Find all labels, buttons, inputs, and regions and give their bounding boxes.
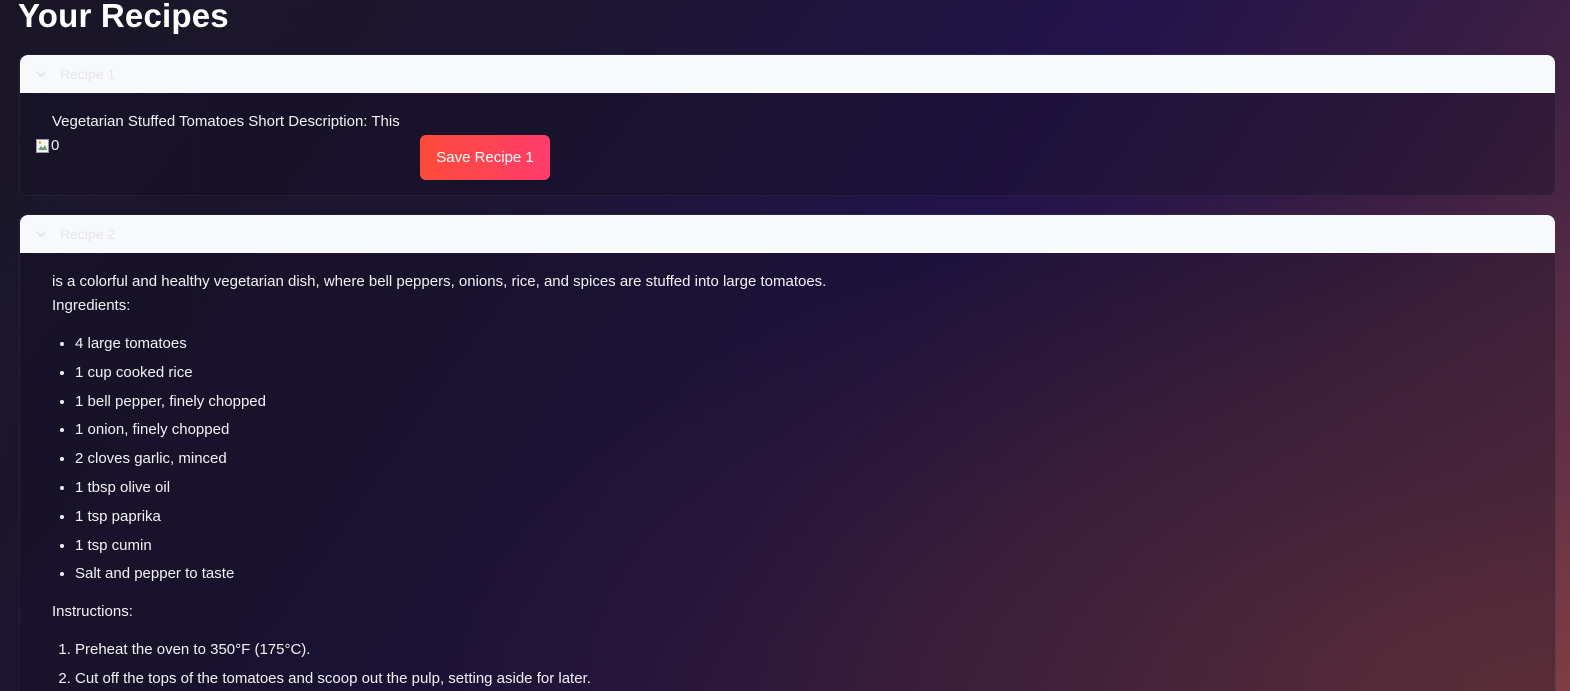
broken-image-icon — [36, 138, 49, 153]
list-item: 1 onion, finely chopped — [75, 416, 1523, 445]
list-item: 1 bell pepper, finely chopped — [75, 388, 1523, 417]
recipe-2-body: is a colorful and healthy vegetarian dis… — [36, 270, 1539, 691]
instructions-heading: Instructions: — [52, 603, 133, 621]
save-recipe-1-button[interactable]: Save Recipe 1 — [420, 135, 550, 180]
ingredients-heading: Ingredients: — [52, 297, 131, 314]
instructions-list: Preheat the oven to 350°F (175°C). Cut o… — [52, 636, 1523, 691]
chevron-down-icon — [36, 231, 46, 237]
recipe-1-expander-header[interactable]: Recipe 1 — [20, 55, 1555, 93]
recipe-2-expander: Recipe 2 is a colorful and healthy veget… — [19, 214, 1556, 691]
recipe-1-summary: Vegetarian Stuffed Tomatoes Short Descri… — [52, 113, 400, 130]
recipe-2-description: is a colorful and healthy vegetarian dis… — [52, 273, 827, 290]
list-item: 2 cloves garlic, minced — [75, 445, 1523, 474]
recipe-2-label: Recipe 2 — [60, 226, 116, 242]
recipe-1-image: 0 — [36, 137, 59, 154]
list-item: 4 large tomatoes — [75, 330, 1523, 359]
list-item: 1 tbsp olive oil — [75, 474, 1523, 503]
recipe-1-expander: Recipe 1 Vegetarian Stuffed Tomatoes Sho… — [19, 54, 1556, 196]
list-item: Cut off the tops of the tomatoes and sco… — [75, 665, 1523, 691]
list-item: Salt and pepper to taste — [75, 560, 1523, 589]
list-item: 1 tsp paprika — [75, 503, 1523, 532]
list-item: Preheat the oven to 350°F (175°C). — [75, 636, 1523, 665]
ingredients-list: 4 large tomatoes 1 cup cooked rice 1 bel… — [52, 330, 1523, 589]
recipe-1-label: Recipe 1 — [60, 66, 116, 82]
recipe-2-expander-header[interactable]: Recipe 2 — [20, 215, 1555, 253]
chevron-down-icon — [36, 71, 46, 77]
list-item: 1 cup cooked rice — [75, 359, 1523, 388]
recipe-1-image-alt: 0 — [51, 137, 60, 154]
page-title: Your Recipes — [18, 0, 229, 34]
list-item: 1 tsp cumin — [75, 532, 1523, 561]
